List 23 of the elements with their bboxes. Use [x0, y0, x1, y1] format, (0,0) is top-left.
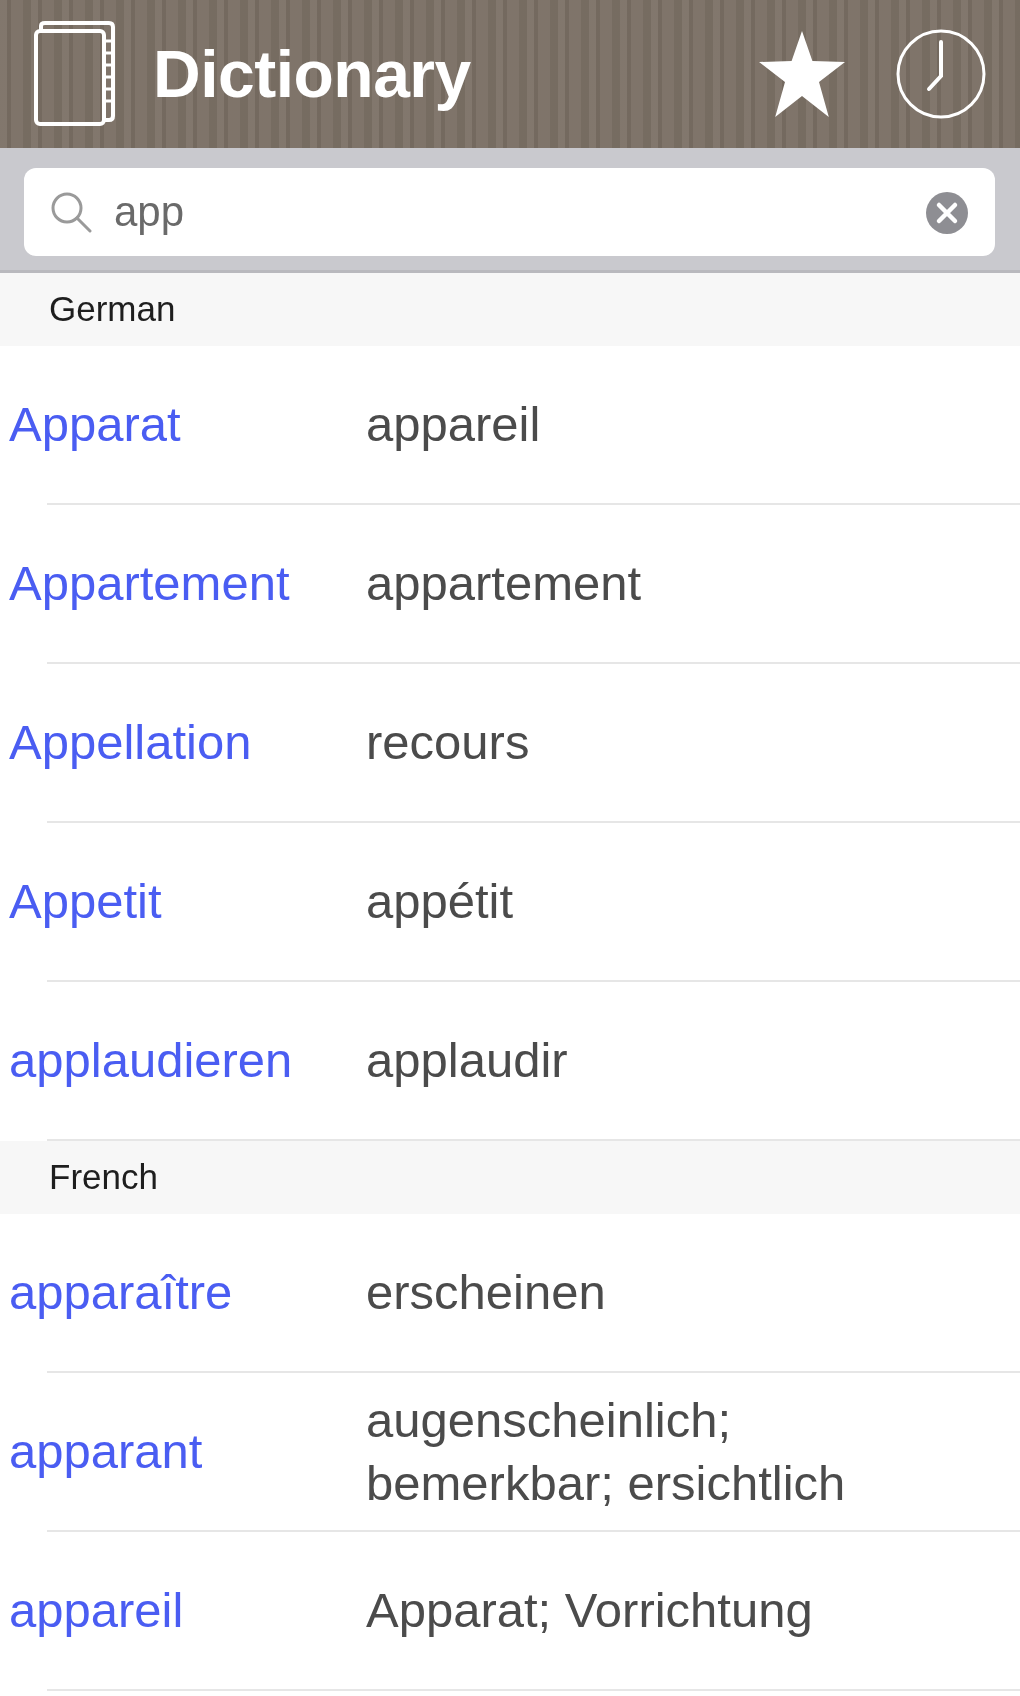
entry-word[interactable]: apparaître: [9, 1265, 233, 1320]
entry-translation: Apparat; Vorrichtung: [366, 1582, 813, 1640]
entry-translation: appartement: [366, 555, 642, 613]
entry-word[interactable]: Appellation: [9, 715, 252, 770]
entry-word[interactable]: appareil: [9, 1583, 184, 1638]
search-icon: [50, 191, 92, 233]
search-field[interactable]: app: [24, 168, 995, 256]
entry-word[interactable]: Appetit: [9, 874, 162, 929]
entry-word[interactable]: applaudieren: [9, 1033, 293, 1088]
entry-word[interactable]: apparant: [9, 1424, 203, 1479]
entry-word[interactable]: Apparat: [9, 397, 181, 452]
clear-icon[interactable]: [926, 192, 968, 234]
section-title: German: [49, 288, 176, 331]
star-icon[interactable]: [758, 31, 846, 117]
entry-translation: appareil: [366, 396, 541, 454]
entry-translation: appétit: [366, 873, 514, 931]
entry-translation: applaudir: [366, 1032, 568, 1090]
entry-translation: recours: [366, 714, 530, 772]
clock-icon[interactable]: [896, 29, 986, 119]
entry-word[interactable]: Appartement: [9, 556, 290, 611]
section-title: French: [49, 1156, 158, 1199]
entry-translation: augenscheinlich; bemerkbar; ersichtlich: [366, 1392, 847, 1512]
entry-translation: erscheinen: [366, 1264, 606, 1322]
